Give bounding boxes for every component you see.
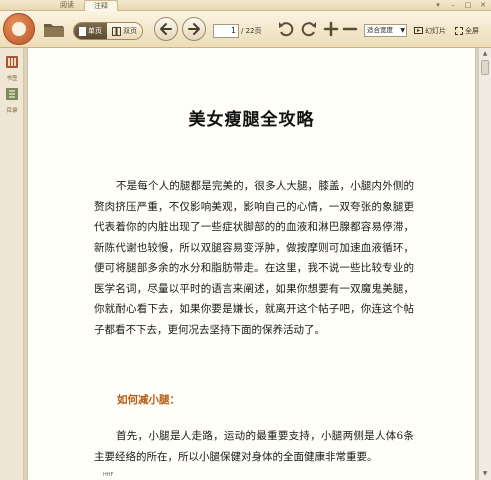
arrow-left-icon bbox=[160, 23, 172, 35]
view-mode-toggle: 单页 双页 bbox=[73, 22, 143, 40]
tab-read[interactable]: 阅读 bbox=[50, 0, 84, 11]
single-page-button[interactable]: 单页 bbox=[74, 23, 107, 39]
bookmark-icon bbox=[6, 56, 18, 68]
zoom-out-icon[interactable] bbox=[341, 20, 359, 38]
page-number-input[interactable]: 1 bbox=[213, 24, 239, 38]
document-page: 美女瘦腿全攻略 不是每个人的腿都是完美的，很多人大腿，膝盖，小腿内外侧的赘肉挤压… bbox=[28, 48, 475, 480]
tab-note[interactable]: 注释 bbox=[84, 0, 118, 11]
page-footnote: HHF bbox=[103, 472, 114, 478]
slideshow-button[interactable]: 幻灯片 bbox=[414, 26, 446, 36]
section-heading: 如何减小腿： bbox=[117, 394, 180, 406]
previous-page-button[interactable] bbox=[154, 17, 178, 41]
sidebar-item-toc[interactable]: 目录 bbox=[4, 86, 20, 114]
scroll-thumb[interactable] bbox=[481, 60, 489, 75]
close-button[interactable]: ✕ bbox=[479, 1, 487, 9]
double-page-icon bbox=[112, 26, 121, 36]
single-page-label: 单页 bbox=[88, 27, 102, 35]
arrow-right-icon bbox=[188, 23, 200, 35]
tab-strip: 阅读 注释 ▾ – □ ✕ bbox=[0, 0, 491, 11]
sidebar-item-label: 书签 bbox=[6, 76, 18, 82]
document-viewport[interactable]: 美女瘦腿全攻略 不是每个人的腿都是完美的，很多人大腿，膝盖，小腿内外侧的赘肉挤压… bbox=[24, 48, 478, 480]
app-logo[interactable] bbox=[3, 13, 35, 45]
slideshow-label: 幻灯片 bbox=[425, 27, 446, 35]
double-page-label: 双页 bbox=[123, 27, 137, 35]
document-title: 美女瘦腿全攻略 bbox=[188, 110, 315, 130]
zoom-in-icon[interactable] bbox=[322, 20, 340, 38]
window-controls: ▾ – □ ✕ bbox=[434, 1, 487, 10]
sidebar-item-bookmarks[interactable]: 书签 bbox=[4, 54, 20, 82]
scroll-up-arrow-icon[interactable]: ▲ bbox=[480, 49, 490, 59]
zoom-mode-select[interactable]: 适合宽度 ▼ bbox=[364, 24, 407, 37]
toc-icon bbox=[6, 88, 18, 100]
single-page-icon bbox=[79, 26, 86, 36]
double-page-button[interactable]: 双页 bbox=[107, 23, 142, 39]
toolbar: 单页 双页 1 / 22页 适合宽度 ▼ 幻灯片 全屏 bbox=[0, 11, 491, 48]
maximize-button[interactable]: □ bbox=[464, 1, 472, 9]
zoom-mode-value: 适合宽度 bbox=[367, 26, 393, 34]
next-page-button[interactable] bbox=[182, 17, 206, 41]
document-paragraph: 不是每个人的腿都是完美的，很多人大腿，膝盖，小腿内外侧的赘肉挤压严重，不仅影响美… bbox=[94, 180, 414, 336]
fullscreen-label: 全屏 bbox=[465, 27, 479, 35]
rotate-left-icon[interactable] bbox=[277, 20, 295, 38]
scroll-down-arrow-icon[interactable]: ▼ bbox=[480, 469, 490, 479]
vertical-scrollbar[interactable]: ▲ ▼ bbox=[478, 48, 491, 480]
menu-dropdown-button[interactable]: ▾ bbox=[434, 1, 442, 9]
document-paragraph: 首先，小腿是人走路，运动的最重要支持，小腿两侧是人体6条主要经络的所在，所以小腿… bbox=[94, 430, 414, 463]
left-sidebar: 书签 目录 bbox=[0, 48, 24, 480]
fullscreen-button[interactable]: 全屏 bbox=[455, 26, 479, 36]
minimize-button[interactable]: – bbox=[449, 1, 457, 9]
fullscreen-icon bbox=[455, 27, 463, 35]
page-total-label: / 22页 bbox=[241, 27, 262, 35]
rotate-right-icon[interactable] bbox=[300, 20, 318, 38]
open-folder-icon[interactable] bbox=[43, 20, 65, 38]
sidebar-item-label: 目录 bbox=[6, 108, 18, 114]
chevron-down-icon: ▼ bbox=[400, 27, 405, 34]
slideshow-icon bbox=[414, 27, 423, 34]
